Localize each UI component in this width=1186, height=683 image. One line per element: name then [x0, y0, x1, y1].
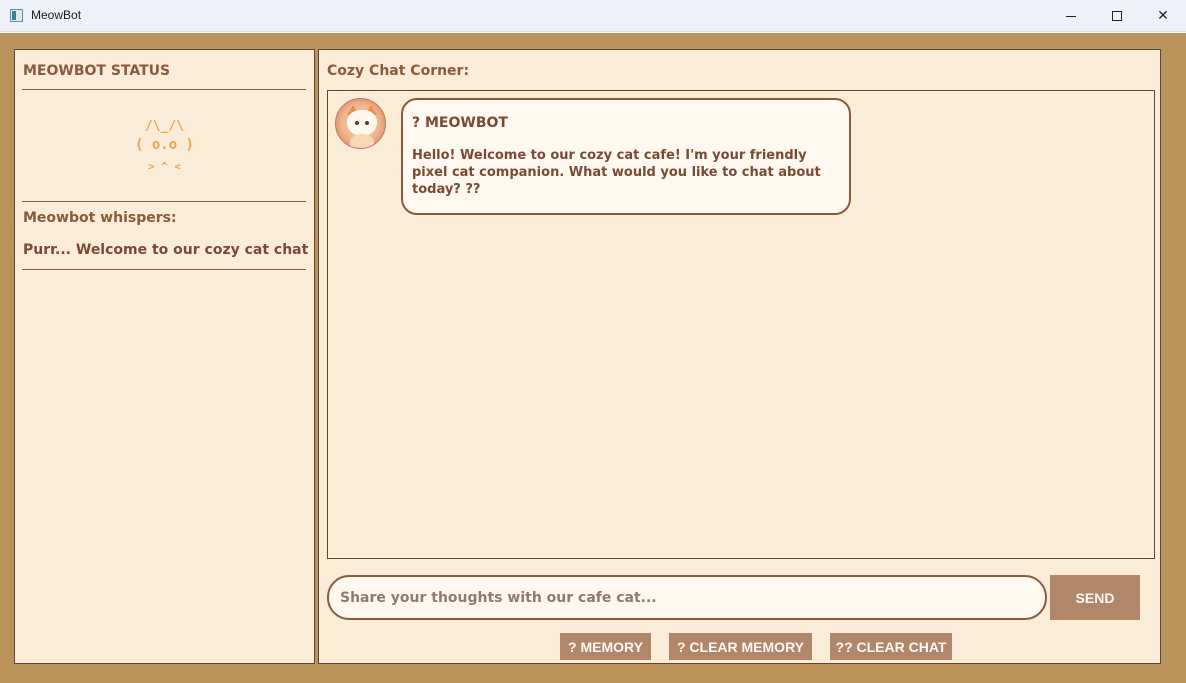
- ascii-cat-ears: /\_/\: [144, 119, 185, 134]
- cat-eye-right: [365, 121, 369, 125]
- message-bubble: ? MEOWBOT Hello! Welcome to our cozy cat…: [401, 98, 851, 215]
- close-icon: ✕: [1157, 8, 1169, 24]
- ascii-cat-whiskers: > ^ <: [147, 160, 182, 173]
- message-input[interactable]: [340, 589, 1045, 606]
- clear-chat-button[interactable]: ?? CLEAR CHAT: [830, 633, 952, 660]
- cat-face: [347, 110, 377, 136]
- status-title: MEOWBOT STATUS: [23, 63, 171, 79]
- minimize-button[interactable]: [1048, 0, 1094, 32]
- send-button[interactable]: SEND: [1050, 575, 1140, 620]
- whisper-text: Purr... Welcome to our cozy cat chat: [23, 242, 309, 258]
- message-input-container[interactable]: [327, 575, 1047, 620]
- divider: [22, 89, 306, 90]
- clear-memory-button[interactable]: ? CLEAR MEMORY: [669, 633, 812, 660]
- app-icon: [10, 9, 23, 22]
- close-button[interactable]: ✕: [1140, 0, 1186, 32]
- chat-title: Cozy Chat Corner:: [327, 63, 470, 79]
- divider: [22, 201, 306, 202]
- memory-button[interactable]: ? MEMORY: [560, 633, 651, 660]
- ascii-cat-face: ( o.o ): [134, 137, 194, 153]
- status-panel: MEOWBOT STATUS /\_/\ ( o.o ) > ^ < Meowb…: [14, 49, 315, 664]
- maximize-button[interactable]: [1094, 0, 1140, 32]
- app-frame: MEOWBOT STATUS /\_/\ ( o.o ) > ^ < Meowb…: [0, 33, 1186, 683]
- window-titlebar: MeowBot ✕: [0, 0, 1186, 32]
- whisper-title: Meowbot whispers:: [23, 210, 177, 226]
- chat-history[interactable]: ? MEOWBOT Hello! Welcome to our cozy cat…: [327, 90, 1155, 559]
- divider: [22, 269, 306, 270]
- minimize-icon: [1066, 15, 1076, 17]
- cat-avatar: [335, 98, 386, 149]
- window-title: MeowBot: [31, 8, 82, 22]
- maximize-icon: [1112, 11, 1122, 21]
- message-sender: ? MEOWBOT: [412, 115, 508, 131]
- cat-body: [350, 134, 374, 148]
- cat-eye-left: [355, 121, 359, 125]
- message-text: Hello! Welcome to our cozy cat cafe! I'm…: [412, 148, 821, 197]
- chat-panel: Cozy Chat Corner: ? MEOWBOT Hello! Welco…: [318, 49, 1161, 664]
